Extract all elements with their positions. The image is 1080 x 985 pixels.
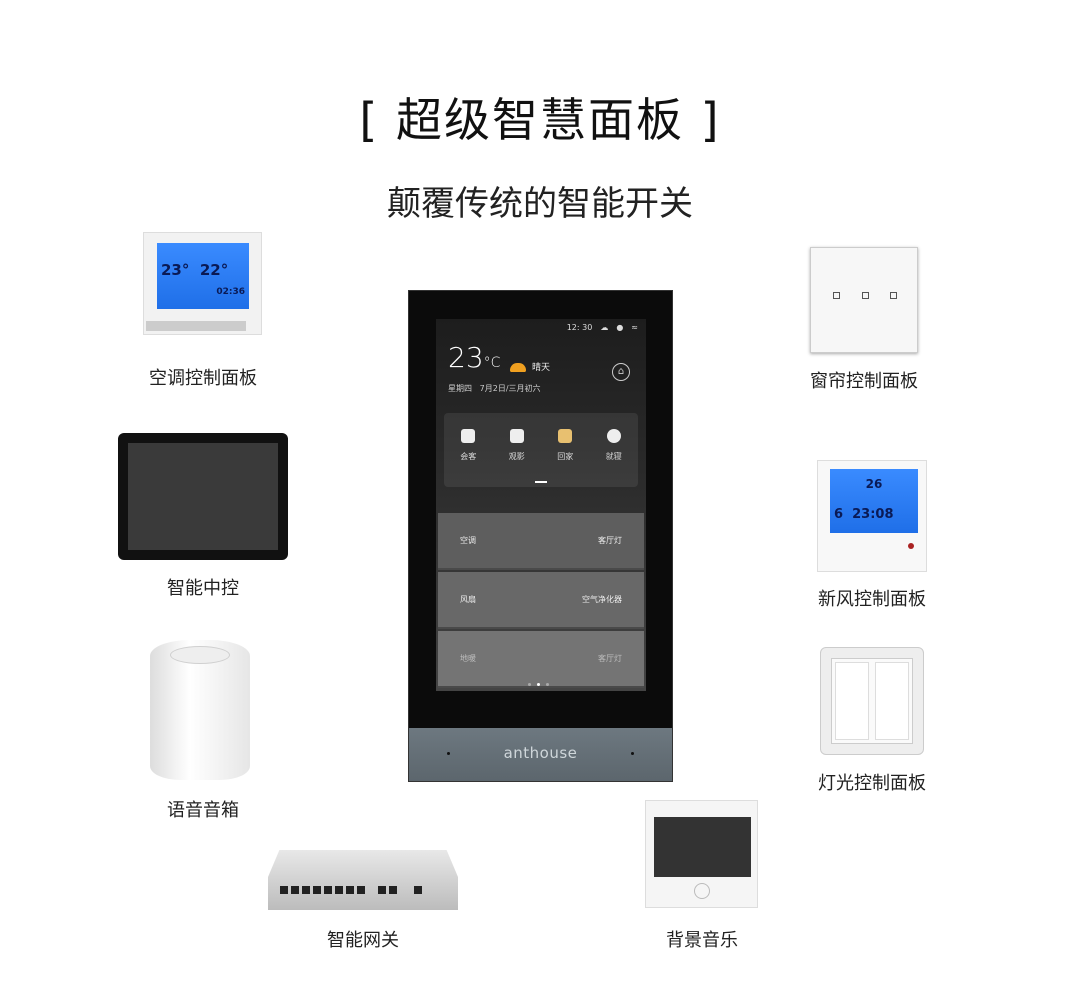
temperature: 23°C [448, 341, 501, 374]
cloud-icon: ☁ [600, 323, 609, 332]
gateway-image [268, 850, 458, 910]
scene-bar: 会客 观影 回家 就寝 [444, 413, 638, 487]
background-music-label: 背景音乐 [666, 930, 738, 951]
tile-page-indicator [528, 683, 549, 686]
fresh-air-panel-image: 26 6 23:08 [817, 460, 927, 572]
switch-tile[interactable]: 空调 客厅灯 [438, 513, 644, 570]
home-icon[interactable]: ⌂ [612, 363, 630, 381]
gateway-label: 智能网关 [327, 930, 399, 951]
ac-panel-label: 空调控制面板 [149, 368, 257, 389]
weather-text: 晴天 [532, 363, 551, 373]
sensor-dot [631, 752, 634, 755]
fresh-air-panel-label: 新风控制面板 [818, 589, 926, 610]
scene-sleep[interactable]: 就寝 [606, 429, 622, 487]
ac-buttons [146, 321, 246, 331]
scene-guest[interactable]: 会客 [460, 429, 476, 487]
central-control-label: 智能中控 [167, 578, 239, 599]
switch-tile[interactable]: 风扇 空气净化器 [438, 572, 644, 629]
date-line: 星期四 7月2日/三月初六 [448, 384, 541, 393]
switch-tile[interactable]: 地暖 客厅灯 [438, 631, 644, 688]
central-control-image [118, 433, 288, 560]
light-panel-label: 灯光控制面板 [818, 773, 926, 794]
panel-bottom-strip: anthouse [409, 728, 672, 781]
scene-home[interactable]: 回家 [557, 429, 573, 487]
fresh-air-lcd: 26 6 23:08 [830, 469, 918, 533]
speaker-image [150, 640, 250, 780]
page-subtitle: 颠覆传统的智能开关 [387, 184, 693, 224]
speaker-label: 语音音箱 [167, 800, 239, 821]
curtain-panel-label: 窗帘控制面板 [810, 371, 918, 392]
background-music-image [645, 800, 758, 908]
ac-control-panel-image: 23° 22° 02:36 [143, 232, 262, 335]
moon-icon [606, 429, 621, 443]
panel-screen[interactable]: 12: 30 ☁ ● ≈ 23°C 晴天 星期四 7月2日/三月初六 ⌂ 会客 … [436, 319, 646, 691]
house-icon [558, 429, 573, 443]
status-bar: 12: 30 ☁ ● ≈ [567, 323, 638, 332]
light-panel-image [820, 647, 924, 755]
settings-icon: ● [616, 323, 624, 332]
smart-panel: 12: 30 ☁ ● ≈ 23°C 晴天 星期四 7月2日/三月初六 ⌂ 会客 … [408, 290, 673, 782]
curtain-panel-image [810, 247, 918, 353]
coffee-cup-icon [461, 429, 476, 443]
wifi-icon: ≈ [631, 323, 638, 332]
page-indicator [535, 481, 547, 483]
clock: 12: 30 [566, 323, 593, 332]
film-icon [509, 429, 524, 443]
ac-lcd: 23° 22° 02:36 [157, 243, 249, 309]
weather-icon [510, 363, 526, 372]
page-title: [ 超级智慧面板 ] [359, 93, 721, 147]
scene-movie[interactable]: 观影 [509, 429, 525, 487]
